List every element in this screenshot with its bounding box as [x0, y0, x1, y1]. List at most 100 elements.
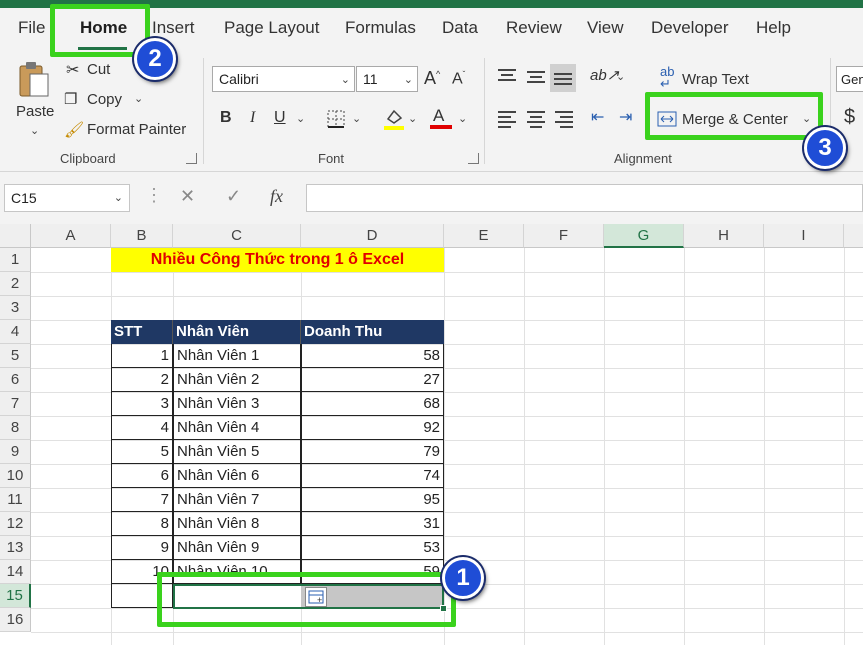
cell-nhan-vien[interactable]: Nhân Viên 5	[173, 440, 301, 464]
tab-review[interactable]: Review	[506, 18, 562, 38]
row-header-8[interactable]: 8	[0, 416, 31, 440]
cell-nhan-vien[interactable]: Nhân Viên 1	[173, 344, 301, 368]
font-color-button[interactable]: A	[430, 106, 452, 130]
middle-align-icon[interactable]	[527, 68, 545, 86]
cell-nhan-vien[interactable]: Nhân Viên 6	[173, 464, 301, 488]
row-header-1[interactable]: 1	[0, 248, 31, 272]
tab-developer[interactable]: Developer	[651, 18, 729, 38]
row-header-9[interactable]: 9	[0, 440, 31, 464]
row-header-10[interactable]: 10	[0, 464, 31, 488]
select-all-corner[interactable]	[0, 224, 31, 248]
column-header-partial[interactable]	[844, 224, 863, 248]
cell-stt[interactable]: 2	[111, 368, 173, 392]
tab-home[interactable]: Home	[80, 18, 127, 38]
row-header-3[interactable]: 3	[0, 296, 31, 320]
underline-button[interactable]: U	[274, 109, 286, 127]
row-header-5[interactable]: 5	[0, 344, 31, 368]
increase-font-size-icon[interactable]: A^	[424, 68, 440, 89]
column-header-f[interactable]: F	[524, 224, 604, 248]
decrease-indent-icon[interactable]: ⇤	[591, 107, 604, 127]
cell-b15[interactable]	[111, 584, 173, 608]
cell-nhan-vien[interactable]: Nhân Viên 9	[173, 536, 301, 560]
font-family-select[interactable]: Calibri ⌄	[212, 66, 355, 92]
underline-chevron-down-icon[interactable]: ⌄	[296, 112, 305, 125]
cell-stt[interactable]: 8	[111, 512, 173, 536]
borders-chevron-down-icon[interactable]: ⌄	[352, 112, 361, 125]
cell-doanh-thu[interactable]: 95	[301, 488, 444, 512]
enter-icon[interactable]: ✓	[226, 186, 241, 207]
cell-stt[interactable]: 1	[111, 344, 173, 368]
table-header-stt[interactable]: STT	[111, 320, 173, 344]
column-header-h[interactable]: H	[684, 224, 764, 248]
increase-indent-icon[interactable]: ⇥	[619, 107, 632, 127]
top-align-icon[interactable]	[498, 66, 516, 84]
cell-stt[interactable]: 3	[111, 392, 173, 416]
merge-center-chevron-down-icon[interactable]: ⌄	[802, 112, 811, 125]
tab-page-layout[interactable]: Page Layout	[224, 18, 319, 38]
merge-center-button[interactable]: Merge & Center	[682, 111, 788, 128]
tab-formulas[interactable]: Formulas	[345, 18, 416, 38]
paste-button[interactable]: Paste ⌄	[10, 58, 56, 138]
cell-doanh-thu[interactable]: 68	[301, 392, 444, 416]
decrease-font-size-icon[interactable]: Aˇ	[452, 70, 465, 88]
align-left-icon[interactable]	[498, 108, 516, 131]
cell-doanh-thu[interactable]: 59	[301, 560, 444, 584]
cell-doanh-thu[interactable]: 74	[301, 464, 444, 488]
row-header-16[interactable]: 16	[0, 608, 31, 632]
fill-handle[interactable]	[440, 605, 447, 612]
currency-icon[interactable]: $	[844, 106, 855, 129]
cell-doanh-thu[interactable]: 27	[301, 368, 444, 392]
orientation-chevron-down-icon[interactable]: ⌄	[616, 70, 625, 83]
align-right-icon[interactable]	[555, 108, 573, 131]
cell-nhan-vien[interactable]: Nhân Viên 8	[173, 512, 301, 536]
tab-help[interactable]: Help	[756, 18, 791, 38]
tab-file[interactable]: File	[18, 18, 45, 38]
cut-button[interactable]: Cut	[87, 61, 110, 78]
cell-nhan-vien[interactable]: Nhân Viên 7	[173, 488, 301, 512]
cell-stt[interactable]: 9	[111, 536, 173, 560]
cell-stt[interactable]: 5	[111, 440, 173, 464]
column-header-g[interactable]: G	[604, 224, 684, 248]
borders-icon[interactable]	[326, 109, 346, 129]
italic-button[interactable]: I	[250, 109, 255, 127]
orientation-icon[interactable]: ab↗	[590, 66, 619, 84]
column-header-b[interactable]: B	[111, 224, 173, 248]
cell-doanh-thu[interactable]: 79	[301, 440, 444, 464]
tab-view[interactable]: View	[587, 18, 624, 38]
tab-insert[interactable]: Insert	[152, 18, 195, 38]
cell-nhan-vien[interactable]: Nhân Viên 4	[173, 416, 301, 440]
cell-doanh-thu[interactable]: 53	[301, 536, 444, 560]
cell-nhan-vien[interactable]: Nhân Viên 10	[173, 560, 301, 584]
cell-doanh-thu[interactable]: 31	[301, 512, 444, 536]
number-format-select[interactable]: Gen	[836, 66, 863, 92]
font-size-select[interactable]: 11 ⌄	[356, 66, 418, 92]
row-header-2[interactable]: 2	[0, 272, 31, 296]
cell-stt[interactable]: 6	[111, 464, 173, 488]
row-header-13[interactable]: 13	[0, 536, 31, 560]
cell-stt[interactable]: 10	[111, 560, 173, 584]
column-header-d[interactable]: D	[301, 224, 444, 248]
cell-doanh-thu[interactable]: 92	[301, 416, 444, 440]
clipboard-launcher-icon[interactable]	[186, 153, 197, 164]
bottom-align-icon[interactable]	[550, 64, 576, 92]
name-box[interactable]: C15 ⌄	[4, 184, 130, 212]
column-header-i[interactable]: I	[764, 224, 844, 248]
fill-color-icon[interactable]	[382, 107, 406, 131]
quick-analysis-icon[interactable]: +	[305, 587, 327, 607]
row-header-15[interactable]: 15	[0, 584, 31, 608]
table-header-nhan-vien[interactable]: Nhân Viên	[173, 320, 301, 344]
cell-doanh-thu[interactable]: 58	[301, 344, 444, 368]
column-header-e[interactable]: E	[444, 224, 524, 248]
column-header-a[interactable]: A	[31, 224, 111, 248]
cancel-icon[interactable]: ✕	[180, 186, 195, 207]
insert-function-icon[interactable]: fx	[270, 186, 283, 207]
bold-button[interactable]: B	[220, 109, 232, 127]
row-header-7[interactable]: 7	[0, 392, 31, 416]
row-header-12[interactable]: 12	[0, 512, 31, 536]
cell-stt[interactable]: 7	[111, 488, 173, 512]
row-header-14[interactable]: 14	[0, 560, 31, 584]
fill-color-chevron-down-icon[interactable]: ⌄	[408, 112, 417, 125]
cell-nhan-vien[interactable]: Nhân Viên 3	[173, 392, 301, 416]
sheet-title-cell[interactable]: Nhiều Công Thức trong 1 ô Excel	[111, 248, 444, 272]
copy-chevron-down-icon[interactable]: ⌄	[134, 92, 143, 105]
